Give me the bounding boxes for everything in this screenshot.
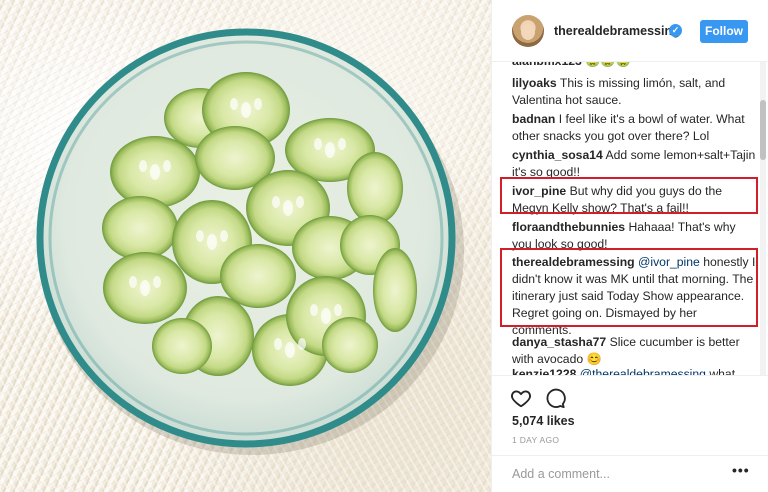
comment-text: what — [705, 367, 736, 375]
comment-highlighted: ivor_pine But why did you guys do the Me… — [512, 183, 757, 217]
comments-list[interactable]: alanbmx123 🤢🤢🤢 lilyoaks This is missing … — [492, 62, 768, 375]
comment-mention[interactable]: @therealdebramessing — [576, 367, 706, 375]
heart-icon[interactable] — [510, 387, 532, 409]
post-actions: 5,074 likes 1 DAY AGO — [492, 375, 768, 455]
comment-username[interactable]: floraandthebunnies — [512, 220, 625, 234]
verified-icon: ✓ — [669, 24, 682, 37]
post-timestamp: 1 DAY AGO — [512, 435, 560, 445]
cucumber-bowl-illustration — [36, 28, 464, 455]
comment-icon[interactable] — [544, 387, 566, 409]
comment-username[interactable]: therealdebramessing — [512, 255, 635, 269]
comment-highlighted: therealdebramessing @ivor_pine honestly … — [512, 254, 757, 339]
post-side-panel: therealdebramessing ✓ Follow alanbmx123 … — [491, 0, 768, 492]
comment-text: 🤢🤢🤢 — [582, 62, 631, 68]
comment: badnan I feel like it's a bowl of water.… — [512, 111, 757, 145]
comment: floraandthebunnies Hahaaa! That's why yo… — [512, 219, 757, 253]
comment-username[interactable]: lilyoaks — [512, 76, 557, 90]
comments-scrollbar[interactable] — [760, 62, 766, 375]
add-comment-input[interactable] — [512, 464, 722, 484]
comment: kenzie1228 @therealdebramessing what — [512, 366, 757, 375]
comment: cynthia_sosa14 Add some lemon+salt+Tajin… — [512, 147, 757, 181]
comment-username[interactable]: danya_stasha77 — [512, 335, 606, 349]
comment: lilyoaks This is missing limón, salt, an… — [512, 75, 757, 109]
avatar[interactable] — [512, 15, 544, 47]
comment-username[interactable]: alanbmx123 — [512, 62, 582, 68]
comment-username[interactable]: badnan — [512, 112, 555, 126]
comment-mention[interactable]: @ivor_pine — [635, 255, 700, 269]
likes-count[interactable]: 5,074 likes — [512, 414, 575, 428]
follow-button[interactable]: Follow — [700, 20, 748, 43]
scrollbar-thumb[interactable] — [760, 100, 766, 160]
comment: alanbmx123 🤢🤢🤢 — [512, 62, 757, 70]
comment-username[interactable]: kenzie1228 — [512, 367, 576, 375]
comment: danya_stasha77 Slice cucumber is better … — [512, 334, 757, 368]
post-header: therealdebramessing ✓ Follow — [492, 0, 768, 62]
post-photo[interactable] — [0, 0, 491, 492]
comment-username[interactable]: cynthia_sosa14 — [512, 148, 603, 162]
comment-username[interactable]: ivor_pine — [512, 184, 566, 198]
post-username[interactable]: therealdebramessing — [554, 24, 680, 38]
more-icon[interactable]: ••• — [732, 462, 750, 478]
add-comment-bar: ••• — [492, 455, 768, 492]
